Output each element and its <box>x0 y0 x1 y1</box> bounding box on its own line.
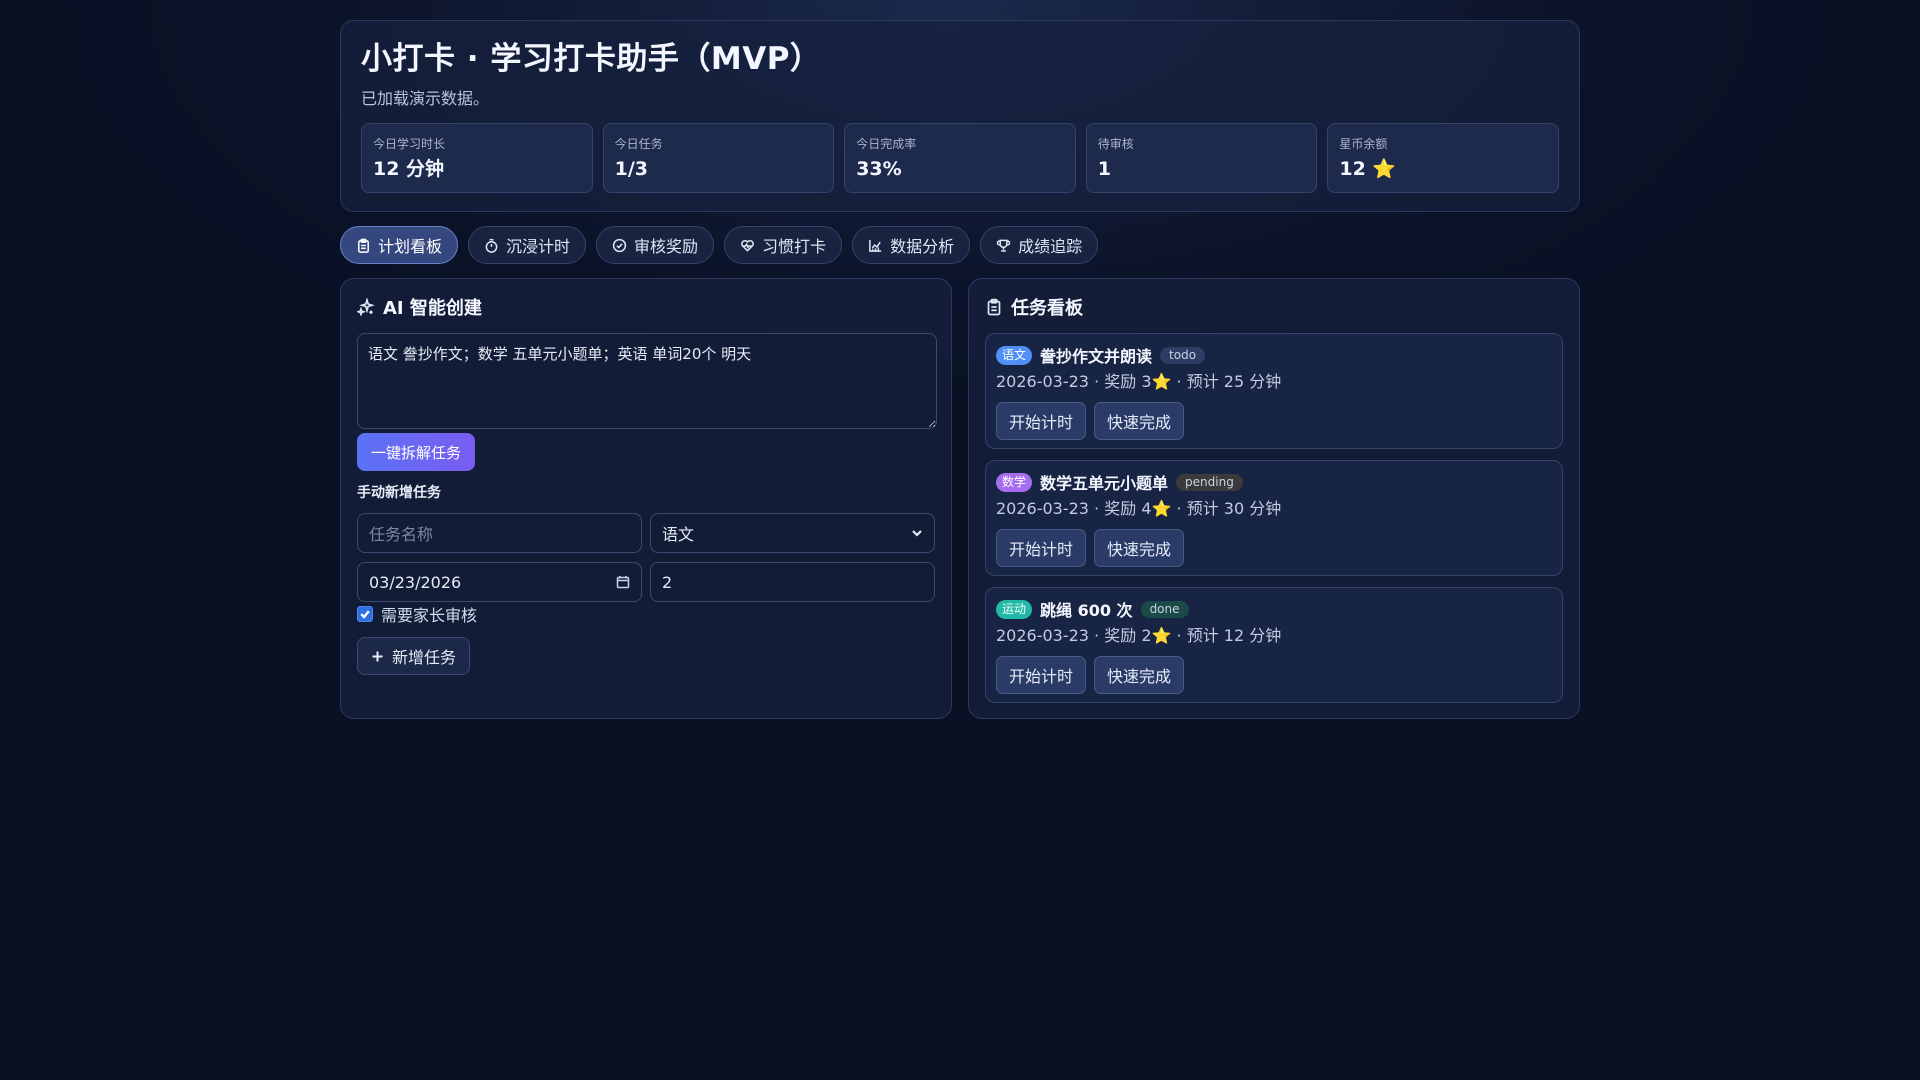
stat-value: 12 ⭐ <box>1339 158 1397 180</box>
task-head: 语文 誊抄作文并朗读 todo <box>996 344 1552 366</box>
stat-label: 今日任务 <box>614 137 663 151</box>
tab-label: 沉浸计时 <box>506 237 571 256</box>
stat-pending-review: 待审核 1 <box>1085 123 1318 193</box>
stat-label: 今日完成率 <box>856 137 917 151</box>
needs-review-checkbox[interactable] <box>357 606 373 622</box>
task-board-panel: 任务看板 语文 誊抄作文并朗读 todo 2026-03-23 · 奖励 3⭐ … <box>968 278 1580 719</box>
task-name: 跳绳 600 次 <box>1040 601 1133 620</box>
tab-label: 成绩追踪 <box>1018 237 1083 256</box>
page-title: 小打卡 · 学习打卡助手（MVP） <box>361 41 822 77</box>
check-circle-icon <box>612 238 627 252</box>
task-card: 运动 跳绳 600 次 done 2026-03-23 · 奖励 2⭐ · 预计… <box>985 587 1563 703</box>
tab-habit-checkin[interactable]: 习惯打卡 <box>724 226 843 264</box>
reward-value: 2 <box>662 572 673 592</box>
tab-review-reward[interactable]: 审核奖励 <box>596 226 715 264</box>
task-name: 誊抄作文并朗读 <box>1040 347 1153 366</box>
needs-review-label: 需要家长审核 <box>381 606 478 625</box>
check-icon <box>360 610 370 619</box>
manual-add-label: 手动新增任务 <box>357 485 441 501</box>
stat-label: 星币余额 <box>1339 137 1388 151</box>
stat-star-balance: 星币余额 12 ⭐ <box>1327 123 1559 193</box>
task-actions: 开始计时 快速完成 <box>996 529 1552 567</box>
reward-input[interactable]: 2 <box>650 562 935 602</box>
heart-pulse-icon <box>741 239 754 252</box>
task-name-placeholder: 任务名称 <box>369 525 434 544</box>
tab-label: 数据分析 <box>890 237 955 256</box>
status-badge: pending <box>1176 473 1243 491</box>
tab-grade-tracking[interactable]: 成绩追踪 <box>980 226 1099 264</box>
main-panels: AI 智能创建 一键拆解任务 手动新增任务 任务名称 语文 03/23/2026 <box>340 278 1580 719</box>
ai-create-panel: AI 智能创建 一键拆解任务 手动新增任务 任务名称 语文 03/23/2026 <box>340 278 952 719</box>
stat-value: 12 分钟 <box>373 158 445 180</box>
trophy-icon <box>996 239 1011 252</box>
sparkles-icon <box>357 298 375 316</box>
ai-task-input[interactable] <box>357 333 937 429</box>
panel-title: AI 智能创建 <box>357 295 935 319</box>
tab-data-analysis[interactable]: 数据分析 <box>852 226 971 264</box>
tab-focus-timer[interactable]: 沉浸计时 <box>468 226 587 264</box>
tab-bar: 计划看板 沉浸计时 审核奖励 习惯打卡 数据分析 成绩追踪 <box>340 226 1580 264</box>
task-head: 数学 数学五单元小题单 pending <box>996 471 1552 493</box>
calendar-icon[interactable] <box>616 575 630 589</box>
task-head: 运动 跳绳 600 次 done <box>996 598 1552 620</box>
subject-badge: 运动 <box>996 599 1033 619</box>
panel-title-text: AI 智能创建 <box>383 298 482 319</box>
start-timer-button[interactable]: 开始计时 <box>996 656 1087 694</box>
task-actions: 开始计时 快速完成 <box>996 402 1552 440</box>
subject-select-value: 语文 <box>662 525 695 544</box>
start-timer-button[interactable]: 开始计时 <box>996 402 1087 440</box>
tab-label: 计划看板 <box>378 237 443 256</box>
subject-badge: 语文 <box>996 345 1033 365</box>
tab-plan-board[interactable]: 计划看板 <box>340 226 459 264</box>
quick-complete-button[interactable]: 快速完成 <box>1094 529 1185 567</box>
form-row-name-subject: 任务名称 语文 <box>357 513 935 553</box>
task-meta: 2026-03-23 · 奖励 4⭐ · 预计 30 分钟 <box>996 499 1282 518</box>
page-subtitle: 已加载演示数据。 <box>361 89 490 108</box>
stat-value: 1 <box>1097 158 1112 180</box>
stat-value: 1/3 <box>614 158 648 180</box>
chevron-down-icon <box>912 530 922 537</box>
task-name: 数学五单元小题单 <box>1040 474 1169 493</box>
add-task-button[interactable]: 新增任务 <box>357 637 471 675</box>
quick-complete-button[interactable]: 快速完成 <box>1094 656 1185 694</box>
date-input[interactable]: 03/23/2026 <box>357 562 642 602</box>
tab-label: 习惯打卡 <box>762 237 827 256</box>
stat-completion-rate: 今日完成率 33% <box>844 123 1076 193</box>
task-name-input[interactable]: 任务名称 <box>357 513 642 553</box>
task-card: 数学 数学五单元小题单 pending 2026-03-23 · 奖励 4⭐ ·… <box>985 460 1563 576</box>
stat-label: 待审核 <box>1097 137 1134 151</box>
quick-complete-button[interactable]: 快速完成 <box>1094 402 1185 440</box>
stat-value: 33% <box>856 158 902 180</box>
panel-title-text: 任务看板 <box>1011 298 1083 319</box>
stat-study-time: 今日学习时长 12 分钟 <box>361 123 593 193</box>
task-meta: 2026-03-23 · 奖励 3⭐ · 预计 25 分钟 <box>996 372 1282 391</box>
app-container: 小打卡 · 学习打卡助手（MVP） 已加载演示数据。 今日学习时长 12 分钟 … <box>340 20 1580 719</box>
start-timer-button[interactable]: 开始计时 <box>996 529 1087 567</box>
task-card: 语文 誊抄作文并朗读 todo 2026-03-23 · 奖励 3⭐ · 预计 … <box>985 333 1563 449</box>
stat-today-tasks: 今日任务 1/3 <box>602 123 835 193</box>
form-row-date-reward: 03/23/2026 2 <box>357 562 935 602</box>
clipboard-icon <box>358 238 369 253</box>
status-badge: done <box>1140 600 1189 618</box>
header-card: 小打卡 · 学习打卡助手（MVP） 已加载演示数据。 今日学习时长 12 分钟 … <box>340 20 1580 212</box>
split-tasks-button[interactable]: 一键拆解任务 <box>357 433 476 471</box>
chart-icon <box>869 239 882 252</box>
task-meta: 2026-03-23 · 奖励 2⭐ · 预计 12 分钟 <box>996 626 1282 645</box>
clipboard-icon <box>987 298 1001 316</box>
needs-review-row: 需要家长审核 <box>357 604 935 625</box>
subject-select[interactable]: 语文 <box>650 513 935 553</box>
date-value: 03/23/2026 <box>369 572 462 592</box>
stat-label: 今日学习时长 <box>373 137 446 151</box>
tab-label: 审核奖励 <box>634 237 699 256</box>
subject-badge: 数学 <box>996 472 1033 492</box>
panel-title: 任务看板 <box>985 295 1563 319</box>
add-task-label: 新增任务 <box>392 648 457 667</box>
status-badge: todo <box>1160 346 1206 364</box>
stats-row: 今日学习时长 12 分钟 今日任务 1/3 今日完成率 33% 待审核 1 星币… <box>361 123 1559 193</box>
task-actions: 开始计时 快速完成 <box>996 656 1552 694</box>
plus-icon <box>372 651 383 661</box>
task-list: 语文 誊抄作文并朗读 todo 2026-03-23 · 奖励 3⭐ · 预计 … <box>985 333 1563 703</box>
timer-icon <box>485 238 498 253</box>
